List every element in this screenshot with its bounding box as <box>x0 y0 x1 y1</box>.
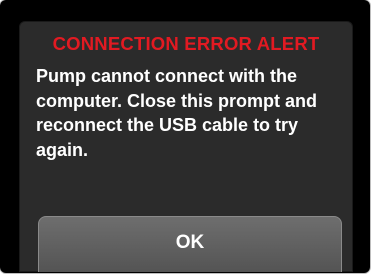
alert-dialog: CONNECTION ERROR ALERT Pump cannot conne… <box>19 21 353 272</box>
device-bezel: CONNECTION ERROR ALERT Pump cannot conne… <box>0 0 370 273</box>
ok-button[interactable]: OK <box>38 216 342 272</box>
alert-title: CONNECTION ERROR ALERT <box>52 33 320 54</box>
alert-message: Pump cannot connect with the computer. C… <box>36 66 318 160</box>
